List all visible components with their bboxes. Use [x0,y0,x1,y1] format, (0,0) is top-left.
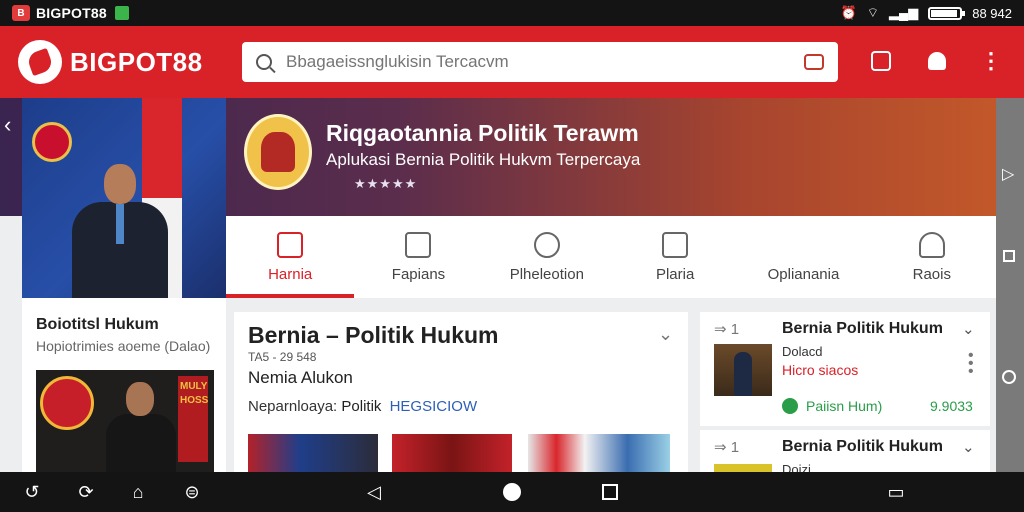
category-label: Neparnloaya: [248,398,338,415]
app-notification-icon: B [12,5,30,21]
tab-oplianania[interactable]: Oplianania [739,216,867,298]
tab-label: Plaria [655,266,695,283]
side-card-value: 9.9033 [930,398,973,414]
wifi-icon: ⌔ [866,5,880,20]
home-icon [277,232,304,258]
tab-label: Oplianania [767,266,840,283]
article-title: Bernia – Politik Hukum [248,322,499,348]
tab-label: Harnia [268,266,313,283]
banner-title: Riqgaotannia Politik Terawm [326,120,639,146]
article-thumbnail[interactable] [248,434,378,472]
chevron-left-icon[interactable]: ‹ [4,112,11,138]
house-icon [662,232,689,258]
video-player[interactable] [22,98,226,298]
tab-label: Plheleotion [509,266,584,283]
logo-text: BIGPOT88 [70,46,203,77]
left-news-panel: Boiotitsl Hukum Hopiotrimies aoeme (Dala… [22,298,226,472]
article-category: Neparnloaya: Politik HEGSICIOW [248,398,477,415]
send-icon [405,232,432,258]
alert-icon [918,232,945,258]
rank-number: ⇒ 1 [714,321,740,338]
article-thumbnail[interactable] [392,434,512,472]
rank-number: ⇒ 1 [714,439,740,456]
battery-icon [928,6,966,20]
presenter-image [72,164,168,298]
screen-cast-icon[interactable]: ▭ [886,482,906,502]
tab-fapians[interactable]: Fapians [354,216,482,298]
camera-search-icon[interactable] [804,54,824,70]
tab-plheleotion[interactable]: Plheleotion [483,216,611,298]
tab-label: Fapians [391,266,446,283]
side-card-line1: Dolacd [782,344,823,359]
category-link[interactable]: HEGSICIOW [390,398,478,415]
left-panel-thumbnail[interactable]: MULY HOSS [36,370,214,472]
notification-bell-icon [871,51,891,71]
status-bar: B BIGPOT88 ⏰ ⌔ ▂▄▆ 88 942 [0,0,1024,26]
logo-icon [18,40,62,84]
status-time: 88 942 [972,5,1012,21]
refresh-icon[interactable]: ⟳ [76,482,96,502]
crest-emblem [32,122,72,162]
home-button[interactable] [502,482,522,502]
play-icon [782,398,798,414]
side-card-line2: Hicro siacos [782,362,859,378]
profile-button[interactable] [924,48,950,74]
rotate-icon[interactable]: ↺ [22,482,42,502]
play-arrow-icon[interactable]: ▷ [1002,164,1014,184]
side-card-line1: Doizi [782,462,811,472]
notification-button[interactable] [868,48,894,74]
more-vertical-icon[interactable]: • • • [968,348,974,380]
tab-label: Raois [912,266,951,283]
search-input[interactable] [286,52,804,72]
square-icon[interactable] [1003,250,1015,262]
banner-subtitle: Aplukasi Bernia Politik Hukvm Terpercaya [326,150,641,169]
category-value: Politik [341,398,382,415]
user-icon [928,52,946,70]
left-panel-title: Boiotitsl Hukum [36,316,159,333]
app-logo[interactable]: BIGPOT88 [18,40,203,84]
article-meta: TA5 - 29 548 [248,350,317,364]
tab-raois[interactable]: Raois [868,216,996,298]
side-article-card[interactable]: ⇒ 1 Bernia Politik Hukum ⌄ Doizi [700,430,990,472]
left-panel-subtitle: Hopiotrimies aoeme (Dalao) [36,338,211,354]
chevron-down-icon[interactable]: ⌄ [658,324,673,345]
more-options-icon[interactable]: ⋮ [978,48,1004,74]
tab-plaria[interactable]: Plaria [611,216,739,298]
channel-emblem [244,114,312,190]
side-card-title: Bernia Politik Hukum [782,438,943,455]
recent-apps-icon[interactable] [600,482,620,502]
tab-harnia[interactable]: Harnia [226,216,355,298]
play-label: Paiisn Hum) [806,398,883,414]
back-icon[interactable]: ◁ [364,482,384,502]
menu-icon[interactable]: ⊜ [182,482,202,502]
circle-icon[interactable] [1002,370,1016,384]
rating-stars: ★★★★★ [354,176,418,191]
side-article-card[interactable]: ⇒ 1 Bernia Politik Hukum ⌄ Dolacd Hicro … [700,312,990,426]
help-icon [533,232,560,258]
article-subtitle: Nemia Alukon [248,368,353,387]
status-app-name: BIGPOT88 [36,5,107,21]
signal-icon: ▂▄▆ [889,5,919,20]
chevron-down-icon[interactable]: ⌄ [962,320,975,338]
system-nav-bar: ↺ ⟳ ⌂ ⊜ ◁ ▭ [0,472,1024,512]
category-tabs: Harnia Fapians Plheleotion Plaria Oplian… [226,216,996,298]
thumbnail-label: MULY HOSS [178,376,208,462]
main-article-card[interactable]: Bernia – Politik Hukum ⌄ TA5 - 29 548 Ne… [234,312,688,472]
side-card-thumbnail[interactable] [714,344,772,396]
side-card-title: Bernia Politik Hukum [782,320,943,337]
alarm-icon: ⏰ [840,5,857,20]
article-thumbnail[interactable] [528,434,670,472]
app-bar: BIGPOT88 ⋮ [0,26,1024,98]
search-icon [256,54,272,70]
search-bar[interactable] [242,42,838,82]
notification-icon [114,6,129,20]
side-rail: ▷ [996,98,1024,472]
home-icon[interactable]: ⌂ [128,482,148,502]
chevron-down-icon[interactable]: ⌄ [962,438,975,456]
side-card-thumbnail[interactable] [714,464,772,472]
play-button[interactable]: Paiisn Hum) [782,398,882,414]
